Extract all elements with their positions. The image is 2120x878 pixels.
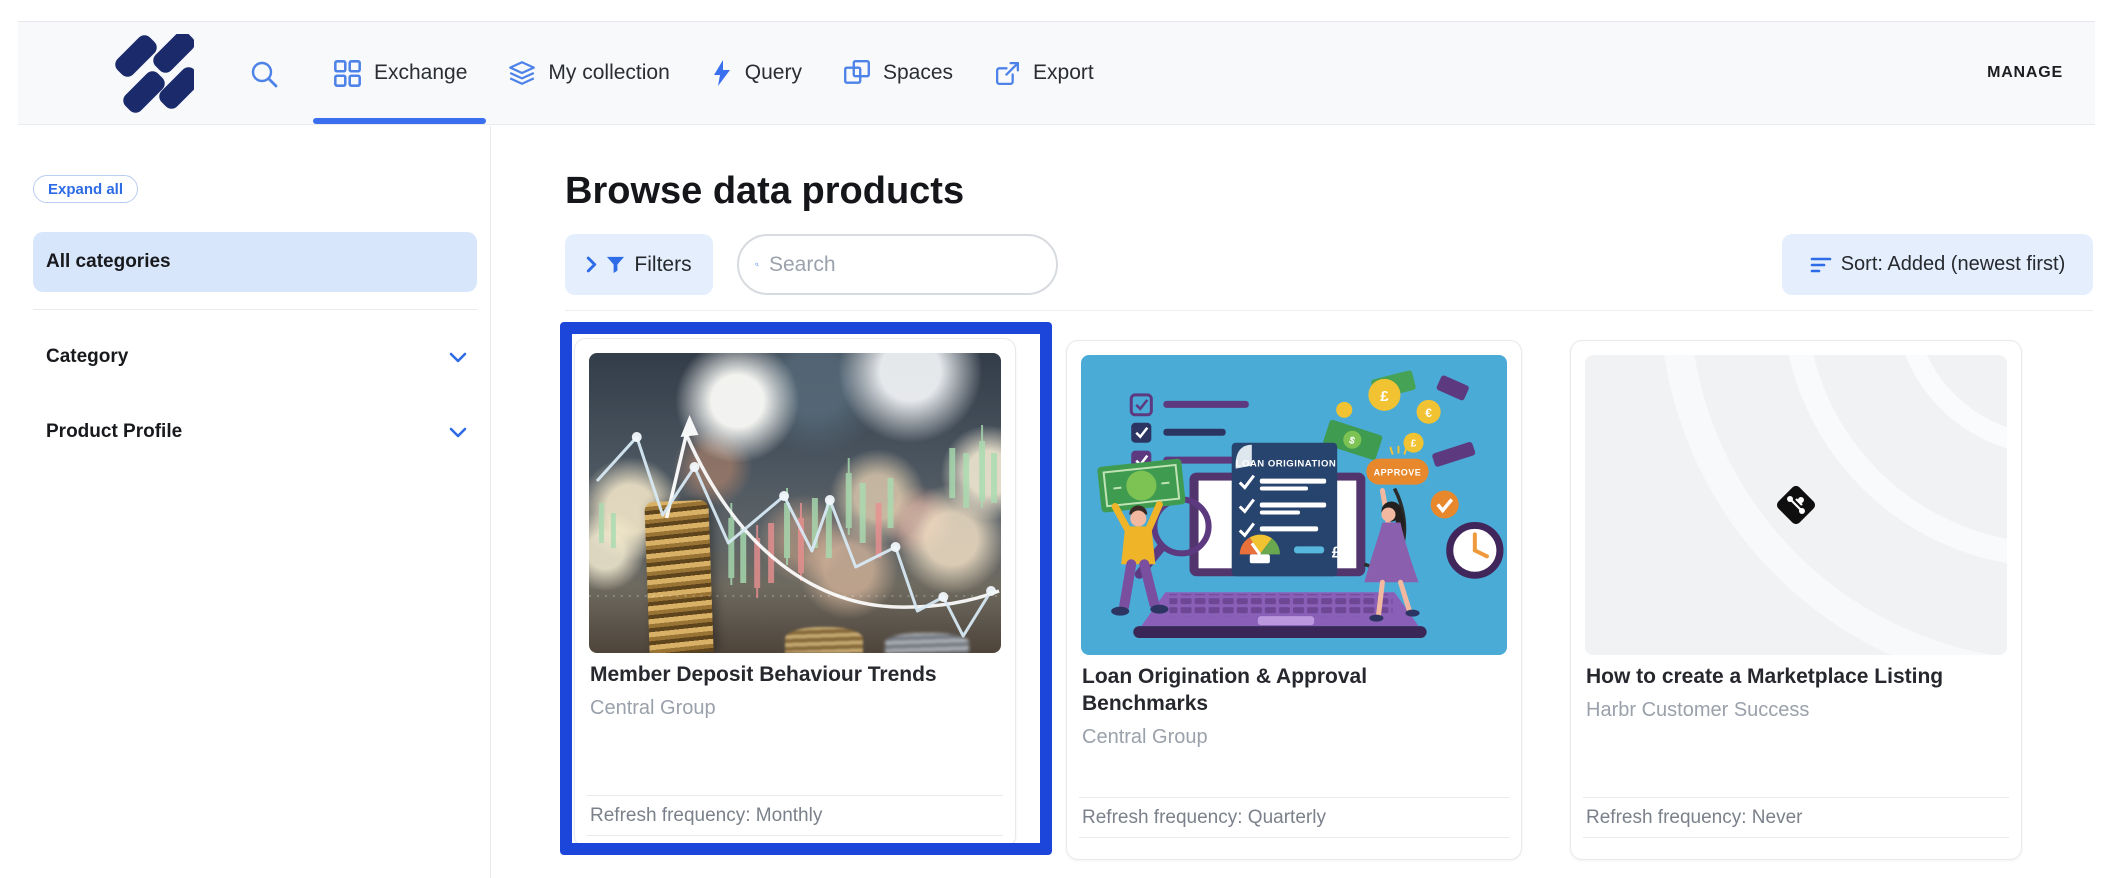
export-icon <box>993 59 1022 88</box>
git-diamond-icon <box>1775 484 1817 526</box>
card-publisher: Central Group <box>590 697 1001 720</box>
logo-icon <box>112 34 194 114</box>
nav-tab-query[interactable]: Query <box>710 22 802 124</box>
nav-label: Exchange <box>374 61 467 85</box>
layers-icon <box>507 58 537 88</box>
nav-label: Spaces <box>883 61 953 85</box>
svg-text:LOAN ORIGINATION: LOAN ORIGINATION <box>1236 459 1337 470</box>
sidebar-item-all-categories[interactable]: All categories <box>33 232 477 292</box>
sidebar-group-category[interactable]: Category <box>33 332 477 382</box>
product-card-loan-origination[interactable]: $ £ € £ LOAN ORI <box>1066 340 1522 860</box>
product-card-marketplace-listing[interactable]: How to create a Marketplace Listing Harb… <box>1570 340 2022 860</box>
svg-text:£: £ <box>1411 439 1417 450</box>
nav-label: My collection <box>548 61 669 85</box>
card-divider <box>1079 797 1509 798</box>
stock-chart-overlay <box>589 353 1001 653</box>
manage-button[interactable]: MANAGE <box>1987 22 2063 124</box>
search-field[interactable] <box>737 234 1058 295</box>
card-refresh-frequency: Refresh frequency: Quarterly <box>1082 807 1326 829</box>
card-divider <box>1583 797 2009 798</box>
active-tab-underline <box>313 118 486 124</box>
svg-text:£: £ <box>1332 544 1341 561</box>
sort-icon <box>1810 255 1832 275</box>
card-refresh-frequency: Refresh frequency: Never <box>1586 807 1803 829</box>
overlapping-squares-icon <box>842 58 872 88</box>
search-input[interactable] <box>769 253 1040 277</box>
filters-button[interactable]: Filters <box>565 234 713 295</box>
nav-menu: Exchange My collection Query <box>332 22 1094 124</box>
funnel-icon <box>606 255 625 274</box>
svg-text:€: € <box>1425 406 1432 420</box>
svg-text:£: £ <box>1380 388 1389 405</box>
sidebar-divider <box>490 126 491 878</box>
sidebar-group-product-profile[interactable]: Product Profile <box>33 407 477 457</box>
nav-label: Export <box>1033 61 1094 85</box>
sort-button[interactable]: Sort: Added (newest first) <box>1782 234 2093 295</box>
product-card-member-deposit[interactable]: Member Deposit Behaviour Trends Central … <box>574 338 1016 848</box>
chevron-down-icon <box>449 352 467 363</box>
sidebar-group-label: Product Profile <box>46 421 182 443</box>
sidebar-section-divider <box>33 309 477 310</box>
card-thumbnail-loan-illustration: $ £ € £ LOAN ORI <box>1081 355 1507 655</box>
nav-tab-spaces[interactable]: Spaces <box>842 22 953 124</box>
card-refresh-frequency: Refresh frequency: Monthly <box>590 805 822 827</box>
expand-all-button[interactable]: Expand all <box>33 175 138 203</box>
bolt-icon <box>710 59 734 87</box>
card-publisher: Harbr Customer Success <box>1586 699 2007 722</box>
card-title: Member Deposit Behaviour Trends <box>590 661 990 688</box>
filters-label: Filters <box>634 253 691 277</box>
search-icon <box>755 252 759 277</box>
card-divider <box>587 835 1003 836</box>
sort-label: Sort: Added (newest first) <box>1841 253 2066 276</box>
nav-label: Query <box>745 61 802 85</box>
svg-text:APPROVE: APPROVE <box>1374 468 1422 478</box>
chevron-down-icon <box>449 427 467 438</box>
loan-document-graphic: LOAN ORIGINATION £ <box>1232 443 1341 577</box>
card-divider <box>587 795 1003 796</box>
nav-tab-exchange[interactable]: Exchange <box>332 22 467 124</box>
content-divider <box>565 310 2093 311</box>
page-title: Browse data products <box>565 170 964 213</box>
card-thumbnail-placeholder <box>1585 355 2007 655</box>
card-divider <box>1079 837 1509 838</box>
card-publisher: Central Group <box>1082 726 1507 749</box>
placeholder-arcs <box>1585 355 2007 655</box>
loan-illustration: $ £ € £ LOAN ORI <box>1081 355 1507 655</box>
nav-tab-my-collection[interactable]: My collection <box>507 22 669 124</box>
sidebar-group-label: Category <box>46 346 128 368</box>
harbr-logo[interactable] <box>112 34 194 114</box>
clock-graphic <box>1450 525 1500 575</box>
card-title: How to create a Marketplace Listing <box>1586 663 1986 690</box>
top-nav: Exchange My collection Query <box>18 21 2095 125</box>
search-icon[interactable] <box>248 58 280 90</box>
card-title: Loan Origination & Approval Benchmarks <box>1082 663 1482 717</box>
card-thumbnail-coins-photo <box>589 353 1001 653</box>
grid-icon <box>332 58 363 89</box>
nav-tab-export[interactable]: Export <box>993 22 1094 124</box>
card-divider <box>1583 837 2009 838</box>
chevron-right-icon <box>586 256 597 273</box>
